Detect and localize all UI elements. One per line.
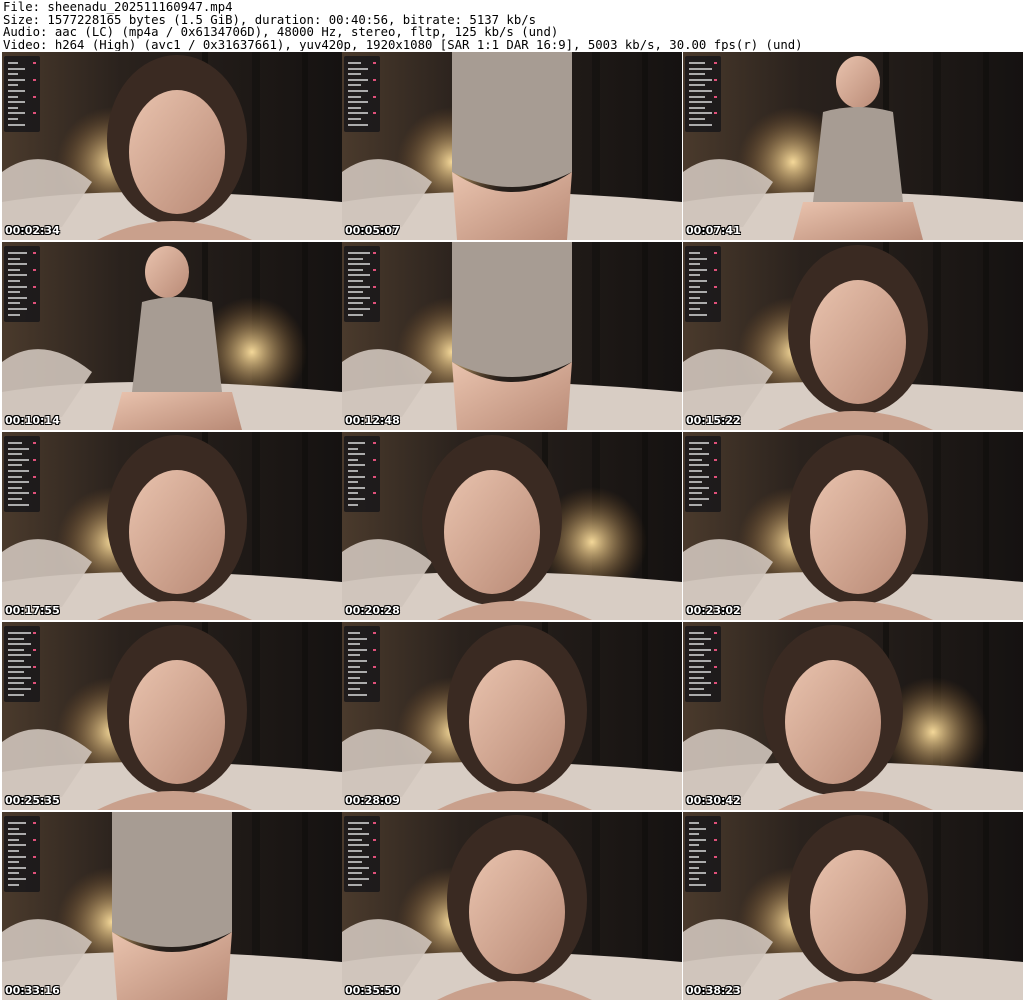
video-thumbnail: 00:15:22 <box>683 242 1023 430</box>
video-thumbnail: 00:20:28 <box>342 432 682 620</box>
video-thumbnail: 00:07:41 <box>683 52 1023 240</box>
video-thumbnail: 00:35:50 <box>342 812 682 1000</box>
stream-overlay-panel <box>344 246 380 322</box>
video-thumbnail: 00:30:42 <box>683 622 1023 810</box>
video-thumbnail: 00:33:16 <box>2 812 342 1000</box>
video-thumbnail: 00:25:35 <box>2 622 342 810</box>
stream-overlay-panel <box>685 626 721 702</box>
stream-overlay-panel <box>344 626 380 702</box>
stream-overlay-panel <box>344 56 380 132</box>
video-thumbnail: 00:02:34 <box>2 52 342 240</box>
thumbnail-timestamp: 00:28:09 <box>345 794 400 807</box>
thumbnail-timestamp: 00:12:48 <box>345 414 400 427</box>
thumbnail-frame-image <box>683 242 1023 430</box>
thumbnail-timestamp: 00:35:50 <box>345 984 400 997</box>
thumbnail-timestamp: 00:30:42 <box>686 794 741 807</box>
stream-overlay-panel <box>4 436 40 512</box>
thumbnail-timestamp: 00:33:16 <box>5 984 60 997</box>
stream-overlay-panel <box>4 56 40 132</box>
video-info-line: Video: h264 (High) (avc1 / 0x31637661), … <box>3 37 803 51</box>
thumbnail-timestamp: 00:38:23 <box>686 984 741 997</box>
stream-overlay-panel <box>685 56 721 132</box>
thumbnail-frame-image <box>2 432 342 620</box>
thumbnail-frame-image <box>683 812 1023 1000</box>
thumbnail-frame-image <box>2 812 342 1000</box>
video-thumbnail: 00:05:07 <box>342 52 682 240</box>
thumbnail-grid: 00:02:34 00:05:07 00:07:41 00:10:14 00:12:48… <box>0 52 1024 1003</box>
thumbnail-timestamp: 00:25:35 <box>5 794 60 807</box>
thumbnail-timestamp: 00:02:34 <box>5 224 60 237</box>
thumbnail-timestamp: 00:15:22 <box>686 414 741 427</box>
thumbnail-frame-image <box>342 52 682 240</box>
stream-overlay-panel <box>685 436 721 512</box>
thumbnail-timestamp: 00:17:55 <box>5 604 60 617</box>
thumbnail-timestamp: 00:10:14 <box>5 414 60 427</box>
thumbnail-frame-image <box>342 812 682 1000</box>
thumbnail-timestamp: 00:07:41 <box>686 224 741 237</box>
file-name-line: File: sheenadu_202511160947.mp4 <box>3 1 233 14</box>
video-thumbnail: 00:38:23 <box>683 812 1023 1000</box>
stream-overlay-panel <box>4 816 40 892</box>
thumbnail-frame-image <box>2 52 342 240</box>
thumbnail-frame-image <box>683 622 1023 810</box>
thumbnail-timestamp: 00:20:28 <box>345 604 400 617</box>
video-thumbnail: 00:10:14 <box>2 242 342 430</box>
thumbnail-timestamp: 00:23:02 <box>686 604 741 617</box>
stream-overlay-panel <box>344 436 380 512</box>
video-thumbnail: 00:17:55 <box>2 432 342 620</box>
file-info-header: File: sheenadu_202511160947.mp4 Size: 15… <box>3 1 1021 51</box>
stream-overlay-panel <box>685 246 721 322</box>
audio-info-line: Audio: aac (LC) (mp4a / 0x6134706D), 480… <box>3 25 559 39</box>
video-thumbnail: 00:12:48 <box>342 242 682 430</box>
thumbnail-frame-image <box>683 52 1023 240</box>
thumbnail-timestamp: 00:05:07 <box>345 224 400 237</box>
stream-overlay-panel <box>685 816 721 892</box>
stream-overlay-panel <box>344 816 380 892</box>
thumbnail-frame-image <box>342 622 682 810</box>
stream-overlay-panel <box>4 626 40 702</box>
thumbnail-frame-image <box>683 432 1023 620</box>
thumbnail-frame-image <box>342 242 682 430</box>
video-thumbnail: 00:28:09 <box>342 622 682 810</box>
stream-overlay-panel <box>4 246 40 322</box>
thumbnail-frame-image <box>342 432 682 620</box>
thumbnail-frame-image <box>2 622 342 810</box>
video-thumbnail: 00:23:02 <box>683 432 1023 620</box>
thumbnail-frame-image <box>2 242 342 430</box>
